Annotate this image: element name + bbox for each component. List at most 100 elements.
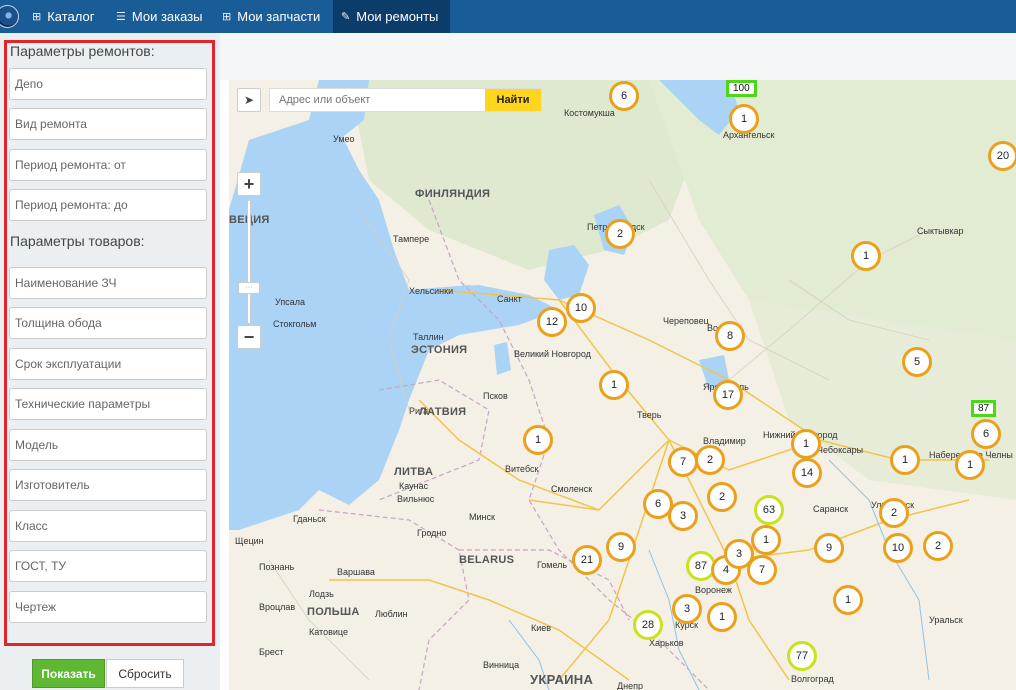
repair-params-title: Параметры ремонтов: <box>10 43 155 59</box>
depot-field[interactable]: Депо <box>9 68 207 100</box>
repair-cluster-marker[interactable]: 6 <box>971 419 1001 449</box>
repair-cluster-marker[interactable]: 1 <box>890 445 920 475</box>
map-label-city: Познань <box>259 562 295 572</box>
repair-type-field[interactable]: Вид ремонта <box>9 108 207 140</box>
nav-my-repairs[interactable]: ✎ Мои ремонты <box>333 0 450 33</box>
technical-params-field[interactable]: Технические параметры <box>9 388 207 420</box>
repair-cluster-marker[interactable]: 8 <box>715 321 745 351</box>
zoom-slider-track[interactable] <box>247 200 251 324</box>
gost-field[interactable]: ГОСТ, ТУ <box>9 550 207 582</box>
drawing-field[interactable]: Чертеж <box>9 591 207 623</box>
repair-cluster-marker[interactable]: 1 <box>833 585 863 615</box>
app-logo[interactable] <box>0 5 19 28</box>
nav-my-parts-label: Мои запчасти <box>237 9 321 24</box>
map-label-city: Умео <box>333 134 355 144</box>
map-label-city: Лодзь <box>309 589 334 599</box>
repair-period-from-field[interactable]: Период ремонта: от <box>9 149 207 181</box>
map-label-city: Катовице <box>309 627 348 637</box>
manufacturer-field[interactable]: Изготовитель <box>9 469 207 501</box>
rim-thickness-field[interactable]: Толщина обода <box>9 307 207 339</box>
zoom-slider-handle[interactable]: ··· <box>238 282 260 294</box>
repair-cluster-marker[interactable]: 9 <box>606 532 636 562</box>
class-field[interactable]: Класс <box>9 510 207 542</box>
repair-cluster-marker[interactable]: 1 <box>955 450 985 480</box>
map-label-city: Каунас <box>399 481 429 491</box>
map-search-input[interactable] <box>270 89 485 111</box>
goods-params-title: Параметры товаров: <box>10 233 145 249</box>
map-label-city: Вильнюс <box>397 494 435 504</box>
sitemap-icon: ⊞ <box>222 11 232 23</box>
repair-cluster-marker[interactable]: 7 <box>668 447 698 477</box>
map-label-city: Смоленск <box>551 484 593 494</box>
geolocation-button[interactable]: ➤ <box>237 88 261 112</box>
depot-flag-marker[interactable]: 87 <box>971 400 997 417</box>
nav-catalog[interactable]: ⊞ Каталог <box>24 0 102 33</box>
map-label-city: Гданьск <box>293 514 326 524</box>
repair-cluster-marker[interactable]: 1 <box>851 241 881 271</box>
repair-cluster-marker[interactable]: 10 <box>883 533 913 563</box>
repair-cluster-marker[interactable]: 1 <box>729 104 759 134</box>
nav-my-orders-label: Мои заказы <box>131 9 203 24</box>
map-label-city: Воронеж <box>695 585 732 595</box>
map-label-lithuania: ЛИТВА <box>394 466 434 478</box>
show-button[interactable]: Показать <box>32 659 105 688</box>
repair-cluster-marker[interactable]: 1 <box>791 429 821 459</box>
map-canvas[interactable]: ФИНЛЯНДИЯ ЭСТОНИЯ ЛИТВА BELARUS ПОЛЬША У… <box>229 80 1016 690</box>
map-search-button[interactable]: Найти <box>485 89 541 111</box>
repair-cluster-marker[interactable]: 3 <box>668 501 698 531</box>
repair-cluster-marker[interactable]: 6 <box>609 81 639 111</box>
map-label-city: Минск <box>469 512 495 522</box>
map-label-ukraine: УКРАИНА <box>530 672 594 687</box>
model-field[interactable]: Модель <box>9 429 207 461</box>
repair-cluster-marker[interactable]: 2 <box>605 219 635 249</box>
map-label-city: Киев <box>531 623 552 633</box>
map-label-city: Винница <box>483 660 520 670</box>
nav-my-parts[interactable]: ⊞ Мои запчасти <box>214 0 328 33</box>
map-label-city: Люблин <box>375 609 408 619</box>
map-label-city: Хельсинки <box>409 286 454 296</box>
repair-cluster-marker[interactable]: 1 <box>751 525 781 555</box>
repair-cluster-marker[interactable]: 63 <box>754 495 784 525</box>
repair-cluster-marker[interactable]: 9 <box>814 533 844 563</box>
nav-my-orders[interactable]: ☰ Мои заказы <box>108 0 211 33</box>
top-navigation: ⊞ Каталог ☰ Мои заказы ⊞ Мои запчасти ✎ Мои … <box>0 0 1016 33</box>
map-label-city: Тампере <box>393 234 430 244</box>
zoom-in-button[interactable]: + <box>237 172 261 196</box>
repair-cluster-marker[interactable]: 1 <box>523 425 553 455</box>
repair-cluster-marker[interactable]: 21 <box>572 545 602 575</box>
repair-cluster-marker[interactable]: 1 <box>599 370 629 400</box>
wrench-icon: ✎ <box>341 11 351 23</box>
map-label-latvia: ЛАТВИЯ <box>419 406 467 418</box>
repair-period-to-field[interactable]: Период ремонта: до <box>9 189 207 221</box>
reset-button[interactable]: Сбросить <box>106 659 184 688</box>
repair-cluster-marker[interactable]: 2 <box>707 482 737 512</box>
map-label-city: Тверь <box>637 410 662 420</box>
repair-cluster-marker[interactable]: 28 <box>633 610 663 640</box>
repair-cluster-marker[interactable]: 2 <box>923 531 953 561</box>
repair-cluster-marker[interactable]: 77 <box>787 641 817 671</box>
zoom-out-button[interactable]: − <box>237 325 261 349</box>
sitemap-icon: ⊞ <box>32 11 42 23</box>
repair-cluster-marker[interactable]: 2 <box>695 445 725 475</box>
repair-cluster-marker[interactable]: 12 <box>537 307 567 337</box>
map-label-city: Вроцлав <box>259 602 296 612</box>
repair-cluster-marker[interactable]: 5 <box>902 347 932 377</box>
repair-cluster-marker[interactable]: 10 <box>566 293 596 323</box>
nav-my-repairs-label: Мои ремонты <box>356 9 439 24</box>
repair-cluster-marker[interactable]: 1 <box>707 602 737 632</box>
repair-cluster-marker[interactable]: 20 <box>988 141 1016 171</box>
map-label-city: Харьков <box>649 638 684 648</box>
service-life-field[interactable]: Срок эксплуатации <box>9 348 207 380</box>
map-label-city: Стокгольм <box>273 319 317 329</box>
repair-cluster-marker[interactable]: 3 <box>672 594 702 624</box>
repair-cluster-marker[interactable]: 17 <box>713 380 743 410</box>
map-label-city: Щецин <box>235 536 264 546</box>
map-label-city: Уральск <box>929 615 963 625</box>
map-label-city: Таллин <box>413 332 444 342</box>
repair-cluster-marker[interactable]: 7 <box>747 555 777 585</box>
repair-cluster-marker[interactable]: 14 <box>792 458 822 488</box>
depot-flag-marker[interactable]: 100 <box>726 80 757 97</box>
part-name-field[interactable]: Наименование ЗЧ <box>9 267 207 299</box>
map-toolbar-area <box>220 33 1016 80</box>
repair-cluster-marker[interactable]: 2 <box>879 498 909 528</box>
